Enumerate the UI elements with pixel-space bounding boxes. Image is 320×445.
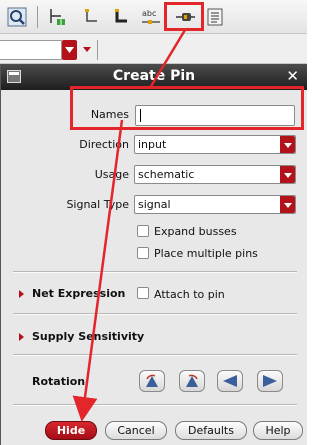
zoom-fit-icon[interactable] [6, 6, 28, 28]
usage-label: Usage [94, 168, 129, 181]
expand-busses-label: Expand busses [154, 225, 237, 238]
cellview-field[interactable] [0, 40, 62, 60]
label-abc-text: abc [142, 9, 156, 18]
divider [13, 404, 297, 406]
direction-label: Direction [79, 138, 129, 151]
mirror-horizontal-icon[interactable] [217, 370, 243, 392]
toolbar-divider [97, 40, 98, 60]
divider [13, 354, 297, 356]
signal-type-dropdown-icon[interactable] [280, 196, 295, 213]
close-icon[interactable]: ✕ [286, 67, 299, 85]
help-button[interactable]: Help [253, 421, 303, 440]
create-pin-dialog: Create Pin ✕ Names Direction input Usage… [0, 64, 307, 445]
signal-type-value: signal [138, 198, 171, 211]
divider [13, 313, 297, 315]
usage-dropdown-icon[interactable] [280, 166, 295, 183]
cellview-bar [0, 34, 307, 64]
cellview-dropdown-button[interactable] [62, 40, 77, 60]
chevron-down-icon[interactable] [83, 47, 91, 52]
expand-triangle-icon[interactable] [19, 290, 24, 298]
attach-to-pin-label: Attach to pin [154, 288, 225, 301]
wire-wide-icon[interactable] [110, 6, 132, 28]
signal-type-label: Signal Type [66, 198, 129, 211]
toolbar-highlight-box [164, 2, 204, 31]
toolbar: abc [0, 0, 307, 34]
direction-dropdown-icon[interactable] [280, 136, 295, 153]
signal-type-select[interactable]: signal [134, 195, 296, 214]
defaults-button[interactable]: Defaults [175, 421, 247, 440]
properties-icon[interactable] [204, 6, 226, 28]
expand-busses-checkbox[interactable] [137, 225, 149, 237]
supply-sensitivity-label[interactable]: Supply Sensitivity [32, 330, 144, 343]
rotation-label: Rotation [32, 375, 86, 388]
label-abc-icon[interactable]: abc [140, 6, 162, 28]
dialog-title: Create Pin [112, 68, 196, 84]
divider [13, 271, 297, 273]
place-multiple-pins-checkbox[interactable] [137, 247, 149, 259]
add-component-icon[interactable] [46, 6, 68, 28]
expand-triangle-icon[interactable] [19, 333, 24, 341]
net-expression-label[interactable]: Net Expression [32, 287, 125, 300]
attach-to-pin-checkbox[interactable] [137, 287, 149, 299]
direction-value: input [138, 138, 167, 151]
wire-narrow-icon[interactable] [80, 6, 102, 28]
usage-value: schematic [138, 168, 195, 181]
cancel-button[interactable]: Cancel [105, 421, 167, 440]
hide-button[interactable]: Hide [45, 421, 97, 440]
rotate-left-icon[interactable] [139, 370, 165, 392]
mirror-vertical-icon[interactable] [257, 370, 283, 392]
direction-select[interactable]: input [134, 135, 296, 154]
names-highlight-box [70, 86, 304, 130]
place-multiple-pins-label: Place multiple pins [154, 247, 258, 260]
usage-select[interactable]: schematic [134, 165, 296, 184]
rotate-right-icon[interactable] [179, 370, 205, 392]
